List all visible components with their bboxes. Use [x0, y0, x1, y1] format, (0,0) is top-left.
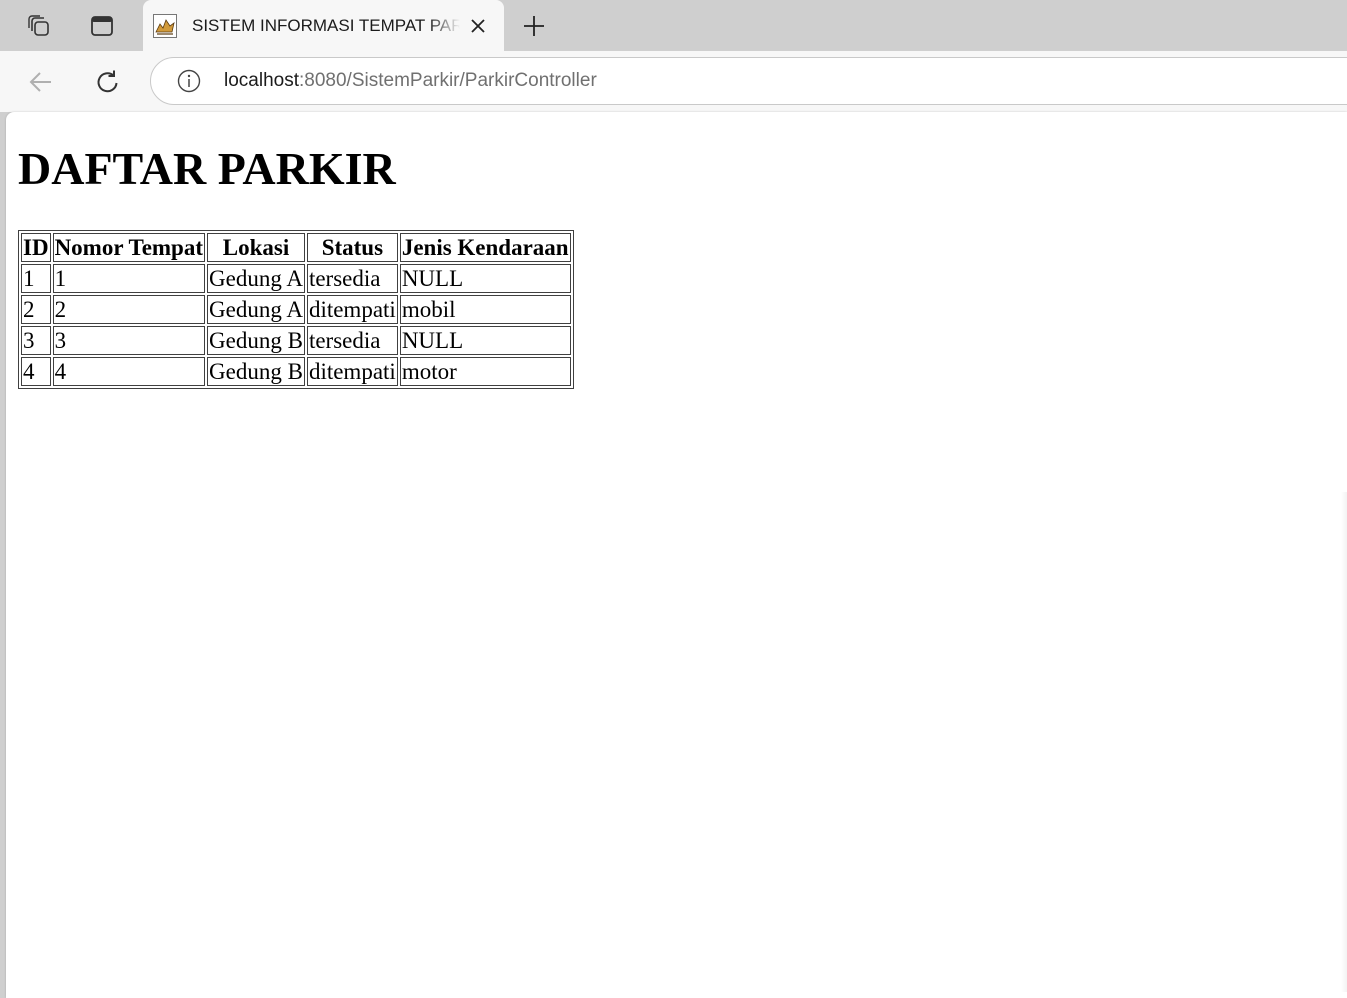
column-header-status: Status: [306, 233, 398, 262]
cell-jenis-kendaraan: motor: [399, 357, 571, 386]
url-text: localhost:8080/SistemParkir/ParkirContro…: [224, 70, 597, 92]
tab-actions-button[interactable]: [86, 10, 118, 42]
refresh-icon: [97, 70, 118, 93]
cell-lokasi: Gedung A: [207, 264, 305, 293]
browser-toolbar: localhost:8080/SistemParkir/ParkirContro…: [0, 51, 1347, 112]
cell-lokasi: Gedung A: [207, 295, 305, 324]
column-header-lokasi: Lokasi: [207, 233, 305, 262]
table-row: 4 4 Gedung B ditempati motor: [21, 357, 571, 386]
cell-id: 2: [21, 295, 51, 324]
cell-id: 3: [21, 326, 51, 355]
table-row: 1 1 Gedung A tersedia NULL: [21, 264, 571, 293]
workspaces-icon: [28, 15, 49, 36]
page-viewport: DAFTAR PARKIR ID Nomor Tempat Lokasi Sta…: [6, 112, 1347, 998]
tab-close-button[interactable]: [467, 15, 489, 37]
url-host: localhost: [224, 70, 299, 91]
column-header-id: ID: [21, 233, 51, 262]
page-title: DAFTAR PARKIR: [18, 143, 396, 194]
close-icon: [471, 19, 485, 33]
column-header-jenis-kendaraan: Jenis Kendaraan: [399, 233, 571, 262]
cell-status: ditempati: [306, 357, 398, 386]
plus-icon: [524, 16, 544, 36]
scrollbar-edge: [1341, 492, 1347, 992]
active-tab[interactable]: SISTEM INFORMASI TEMPAT PARKIR: [143, 0, 504, 52]
back-button[interactable]: [24, 65, 58, 99]
workspaces-button[interactable]: [23, 10, 55, 42]
cell-nomor-tempat: 2: [52, 295, 206, 324]
back-arrow-icon: [29, 72, 51, 92]
column-header-nomor-tempat: Nomor Tempat: [52, 233, 206, 262]
info-icon[interactable]: [176, 68, 202, 94]
cell-id: 1: [21, 264, 51, 293]
address-bar[interactable]: localhost:8080/SistemParkir/ParkirContro…: [150, 57, 1347, 105]
cell-lokasi: Gedung B: [207, 326, 305, 355]
refresh-button[interactable]: [91, 65, 125, 99]
tomcat-favicon-icon: [153, 14, 177, 38]
cell-status: tersedia: [306, 264, 398, 293]
new-tab-button[interactable]: [518, 10, 550, 42]
tab-title: SISTEM INFORMASI TEMPAT PARKIR: [192, 16, 460, 35]
cell-nomor-tempat: 1: [52, 264, 206, 293]
table-header-row: ID Nomor Tempat Lokasi Status Jenis Kend…: [21, 233, 571, 262]
cell-jenis-kendaraan: NULL: [399, 326, 571, 355]
tab-actions-icon: [91, 16, 113, 36]
cell-jenis-kendaraan: mobil: [399, 295, 571, 324]
cell-id: 4: [21, 357, 51, 386]
tab-strip: SISTEM INFORMASI TEMPAT PARKIR: [0, 0, 1347, 52]
cell-status: tersedia: [306, 326, 398, 355]
url-path: :8080/SistemParkir/ParkirController: [299, 70, 597, 91]
table-row: 2 2 Gedung A ditempati mobil: [21, 295, 571, 324]
cell-status: ditempati: [306, 295, 398, 324]
parkir-table: ID Nomor Tempat Lokasi Status Jenis Kend…: [18, 230, 574, 389]
cell-nomor-tempat: 4: [52, 357, 206, 386]
cell-jenis-kendaraan: NULL: [399, 264, 571, 293]
cell-lokasi: Gedung B: [207, 357, 305, 386]
cell-nomor-tempat: 3: [52, 326, 206, 355]
table-row: 3 3 Gedung B tersedia NULL: [21, 326, 571, 355]
